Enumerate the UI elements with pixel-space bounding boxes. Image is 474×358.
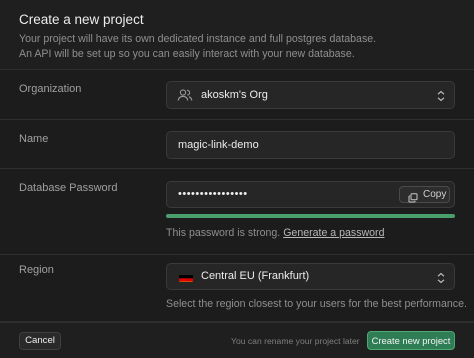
region-label: Region <box>19 264 54 276</box>
project-name-input[interactable]: magic-link-demo <box>166 131 455 159</box>
rename-note: You can rename your project later <box>231 336 360 346</box>
dialog-title: Create a new project <box>19 12 144 27</box>
dialog-footer: Cancel You can rename your project later… <box>0 322 474 358</box>
chevron-up-down-icon <box>437 89 445 102</box>
password-label: Database Password <box>19 182 118 194</box>
password-value: •••••••••••••••• <box>178 188 248 200</box>
project-name-value: magic-link-demo <box>178 139 259 151</box>
chevron-up-down-icon <box>437 271 445 283</box>
organization-value: akoskm's Org <box>201 89 268 101</box>
dialog-subtitle: Your project will have its own dedicated… <box>19 32 459 61</box>
password-strength-hint: This password is strong. Generate a pass… <box>166 227 384 239</box>
copy-label: Copy <box>423 189 447 200</box>
organization-select[interactable]: akoskm's Org <box>166 81 455 109</box>
region-select[interactable]: Central EU (Frankfurt) <box>166 263 455 290</box>
region-hint: Select the region closest to your users … <box>166 298 467 310</box>
region-value: Central EU (Frankfurt) <box>201 270 310 282</box>
users-icon <box>177 88 193 102</box>
database-password-input[interactable]: •••••••••••••••• Copy <box>166 181 455 208</box>
dialog-header: Create a new project Your project will h… <box>0 0 474 70</box>
subtitle-line-1: Your project will have its own dedicated… <box>19 33 377 45</box>
password-strength-bar <box>166 214 455 218</box>
password-strength-text: This password is strong. <box>166 227 281 239</box>
password-strength-fill <box>166 214 455 218</box>
create-project-button[interactable]: Create new project <box>367 331 455 350</box>
organization-label: Organization <box>19 83 82 95</box>
copy-icon <box>408 190 418 203</box>
name-label: Name <box>19 133 49 145</box>
subtitle-line-2: An API will be set up so you can easily … <box>19 47 355 60</box>
copy-button[interactable]: Copy <box>399 186 450 203</box>
germany-flag-icon <box>179 272 193 282</box>
generate-password-link[interactable]: Generate a password <box>283 227 384 239</box>
cancel-button[interactable]: Cancel <box>19 332 61 350</box>
